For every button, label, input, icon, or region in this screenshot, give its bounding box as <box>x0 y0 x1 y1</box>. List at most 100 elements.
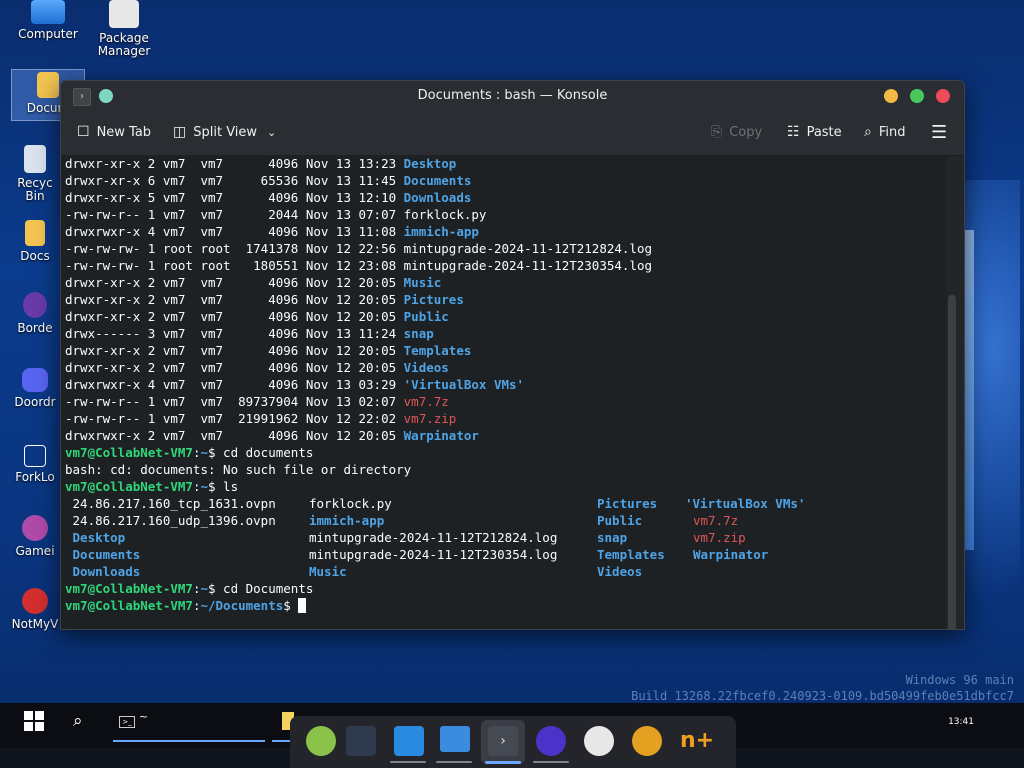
new-tab-button[interactable]: ☐ New Tab <box>77 124 151 140</box>
hamburger-menu-icon[interactable]: ☰ <box>931 122 947 143</box>
new-tab-icon: ☐ <box>77 124 90 140</box>
desktop-icon-notmyv[interactable]: NotMyV <box>10 588 60 631</box>
ls-entry: Music <box>309 564 347 579</box>
software-icon[interactable] <box>394 726 424 756</box>
listing-meta: -rw-rw-rw- 1 root root 1741378 Nov 12 22… <box>65 241 404 256</box>
listing-meta: drwxr-xr-x 6 vm7 vm7 65536 Nov 13 11:45 <box>65 173 404 188</box>
prompt-path: ~ <box>200 479 208 494</box>
app-f-icon[interactable] <box>536 726 566 756</box>
listing-name: Videos <box>403 360 449 375</box>
desktop-icon-label: Doordr <box>14 395 56 409</box>
app-circle-icon[interactable] <box>584 726 614 756</box>
terminal-line: -rw-rw-r-- 1 vm7 vm7 21991962 Nov 12 22:… <box>65 410 456 427</box>
listing-meta: drwxr-xr-x 2 vm7 vm7 4096 Nov 12 20:05 <box>65 360 404 375</box>
listing-name: Music <box>403 275 442 290</box>
listing-name: 'VirtualBox VMs' <box>403 377 525 392</box>
terminal-line: bash: cd: documents: No such file or dir… <box>65 461 411 478</box>
recycle-bin-icon <box>24 145 46 173</box>
app-w-icon[interactable] <box>632 726 662 756</box>
terminal-line: drwxrwxr-x 2 vm7 vm7 4096 Nov 12 20:05 W… <box>65 427 479 444</box>
desktop-icon-label: Docs <box>20 249 50 263</box>
ls-entry: Desktop <box>65 530 126 545</box>
terminal-icon[interactable]: › <box>488 726 518 756</box>
listing-name: Public <box>403 309 449 324</box>
listing-meta: drwxrwxr-x 4 vm7 vm7 4096 Nov 13 03:29 <box>65 377 404 392</box>
desktop-icon-forklock[interactable]: ForkLo <box>10 445 60 484</box>
ls-entry: mintupgrade-2024-11-12T230354.log <box>309 547 558 562</box>
desktop-icon-label: Package Manager <box>97 31 151 58</box>
ls-entry: vm7.7z <box>693 513 739 528</box>
desktop-icon-package-manager[interactable]: Package Manager <box>88 0 160 58</box>
terminal-output[interactable]: drwxr-xr-x 2 vm7 vm7 4096 Nov 13 13:23 D… <box>61 155 956 629</box>
clock[interactable]: 13:41 <box>948 717 974 727</box>
linux-mint-icon[interactable] <box>306 726 336 756</box>
toolbar: ☐ New Tab ◫ Split View ⌄ ⎘ Copy ☷ Paste … <box>61 111 964 156</box>
settings-icon[interactable] <box>346 726 376 756</box>
konsole-window[interactable]: › Documents : bash — Konsole ☐ New Tab ◫… <box>60 80 965 630</box>
listing-meta: -rw-rw-r-- 1 vm7 vm7 89737904 Nov 13 02:… <box>65 394 404 409</box>
minimize-button[interactable] <box>884 89 898 103</box>
find-label: Find <box>878 124 906 140</box>
ls-entry: vm7.zip <box>693 530 746 545</box>
scrollbar[interactable] <box>948 295 956 629</box>
terminal-line: vm7@CollabNet-VM7:~$ cd documents <box>65 444 313 461</box>
command: cd Documents <box>215 581 314 596</box>
windows-logo-icon <box>24 711 33 720</box>
terminal-line: vm7@CollabNet-VM7:~$ cd Documents <box>65 580 313 597</box>
split-view-label: Split View <box>193 124 258 140</box>
windows-logo-icon <box>35 711 44 720</box>
copy-icon: ⎘ <box>711 124 723 140</box>
ls-entry: Warpinator <box>693 547 769 562</box>
desktop-icon-borderlands[interactable]: Borde <box>10 292 60 335</box>
ls-entry: Videos <box>597 564 643 579</box>
prompt-dollar: $ <box>208 445 216 460</box>
listing-name: Templates <box>403 343 472 358</box>
prompt-user: vm7@CollabNet-VM7 <box>65 445 193 460</box>
terminal-line: drwxrwxr-x 4 vm7 vm7 4096 Nov 13 11:08 i… <box>65 223 479 240</box>
prompt-dollar: $ <box>208 479 216 494</box>
taskbar-konsole[interactable]: >_ ~ <box>113 710 265 742</box>
terminal-line: vm7@CollabNet-VM7:~$ ls <box>65 478 238 495</box>
shortcut-icon <box>24 445 46 467</box>
folder-icon <box>37 72 59 98</box>
ls-entry: Downloads <box>65 564 141 579</box>
error-message: bash: cd: documents: No such file or dir… <box>65 462 412 477</box>
command: ls <box>215 479 239 494</box>
listing-name: vm7.7z <box>403 394 449 409</box>
terminal-line: drwxrwxr-x 4 vm7 vm7 4096 Nov 13 03:29 '… <box>65 376 524 393</box>
find-button[interactable]: ⌕ Find <box>864 124 905 140</box>
desktop-icon-discord[interactable]: Doordr <box>10 368 60 409</box>
split-view-icon: ◫ <box>173 124 187 140</box>
desktop-icon-recycle-bin[interactable]: Recyc Bin <box>10 145 60 203</box>
close-button[interactable] <box>936 89 950 103</box>
listing-name: mintupgrade-2024-11-12T230354.log <box>403 258 653 273</box>
listing-name: Desktop <box>403 156 457 171</box>
desktop-icon-gamei[interactable]: Gamei <box>10 515 60 558</box>
terminal-line: drwxr-xr-x 2 vm7 vm7 4096 Nov 13 13:23 D… <box>65 155 456 172</box>
listing-meta: drwxr-xr-x 2 vm7 vm7 4096 Nov 13 13:23 <box>65 156 404 171</box>
listing-meta: drwxr-xr-x 2 vm7 vm7 4096 Nov 12 20:05 <box>65 309 404 324</box>
listing-name: Warpinator <box>403 428 479 443</box>
folder-icon[interactable] <box>440 726 470 752</box>
title-bar[interactable]: › Documents : bash — Konsole <box>61 81 964 111</box>
copy-button[interactable]: ⎘ Copy <box>711 124 762 140</box>
computer-icon <box>31 0 65 24</box>
paste-label: Paste <box>806 124 842 140</box>
listing-meta: drwxr-xr-x 2 vm7 vm7 4096 Nov 12 20:05 <box>65 343 404 358</box>
ls-entry: 'VirtualBox VMs' <box>685 496 806 511</box>
ls-entry: Public <box>597 513 643 528</box>
prompt-path: ~ <box>200 445 208 460</box>
listing-name: mintupgrade-2024-11-12T212824.log <box>403 241 653 256</box>
start-button[interactable] <box>24 711 44 731</box>
maximize-button[interactable] <box>910 89 924 103</box>
prompt-user: vm7@CollabNet-VM7 <box>65 581 193 596</box>
discord-icon <box>22 368 48 392</box>
terminal-icon: >_ <box>119 716 135 728</box>
build-watermark: Windows 96 main Build 13268.22fbcef0.240… <box>631 672 1014 704</box>
desktop-icon-computer[interactable]: Computer <box>12 0 84 41</box>
split-view-button[interactable]: ◫ Split View ⌄ <box>173 124 276 140</box>
search-icon[interactable]: ⌕ <box>73 711 83 731</box>
desktop-icon-docs[interactable]: Docs <box>10 220 60 263</box>
paste-button[interactable]: ☷ Paste <box>787 124 842 140</box>
app-n-plus-icon[interactable]: n+ <box>680 726 714 756</box>
